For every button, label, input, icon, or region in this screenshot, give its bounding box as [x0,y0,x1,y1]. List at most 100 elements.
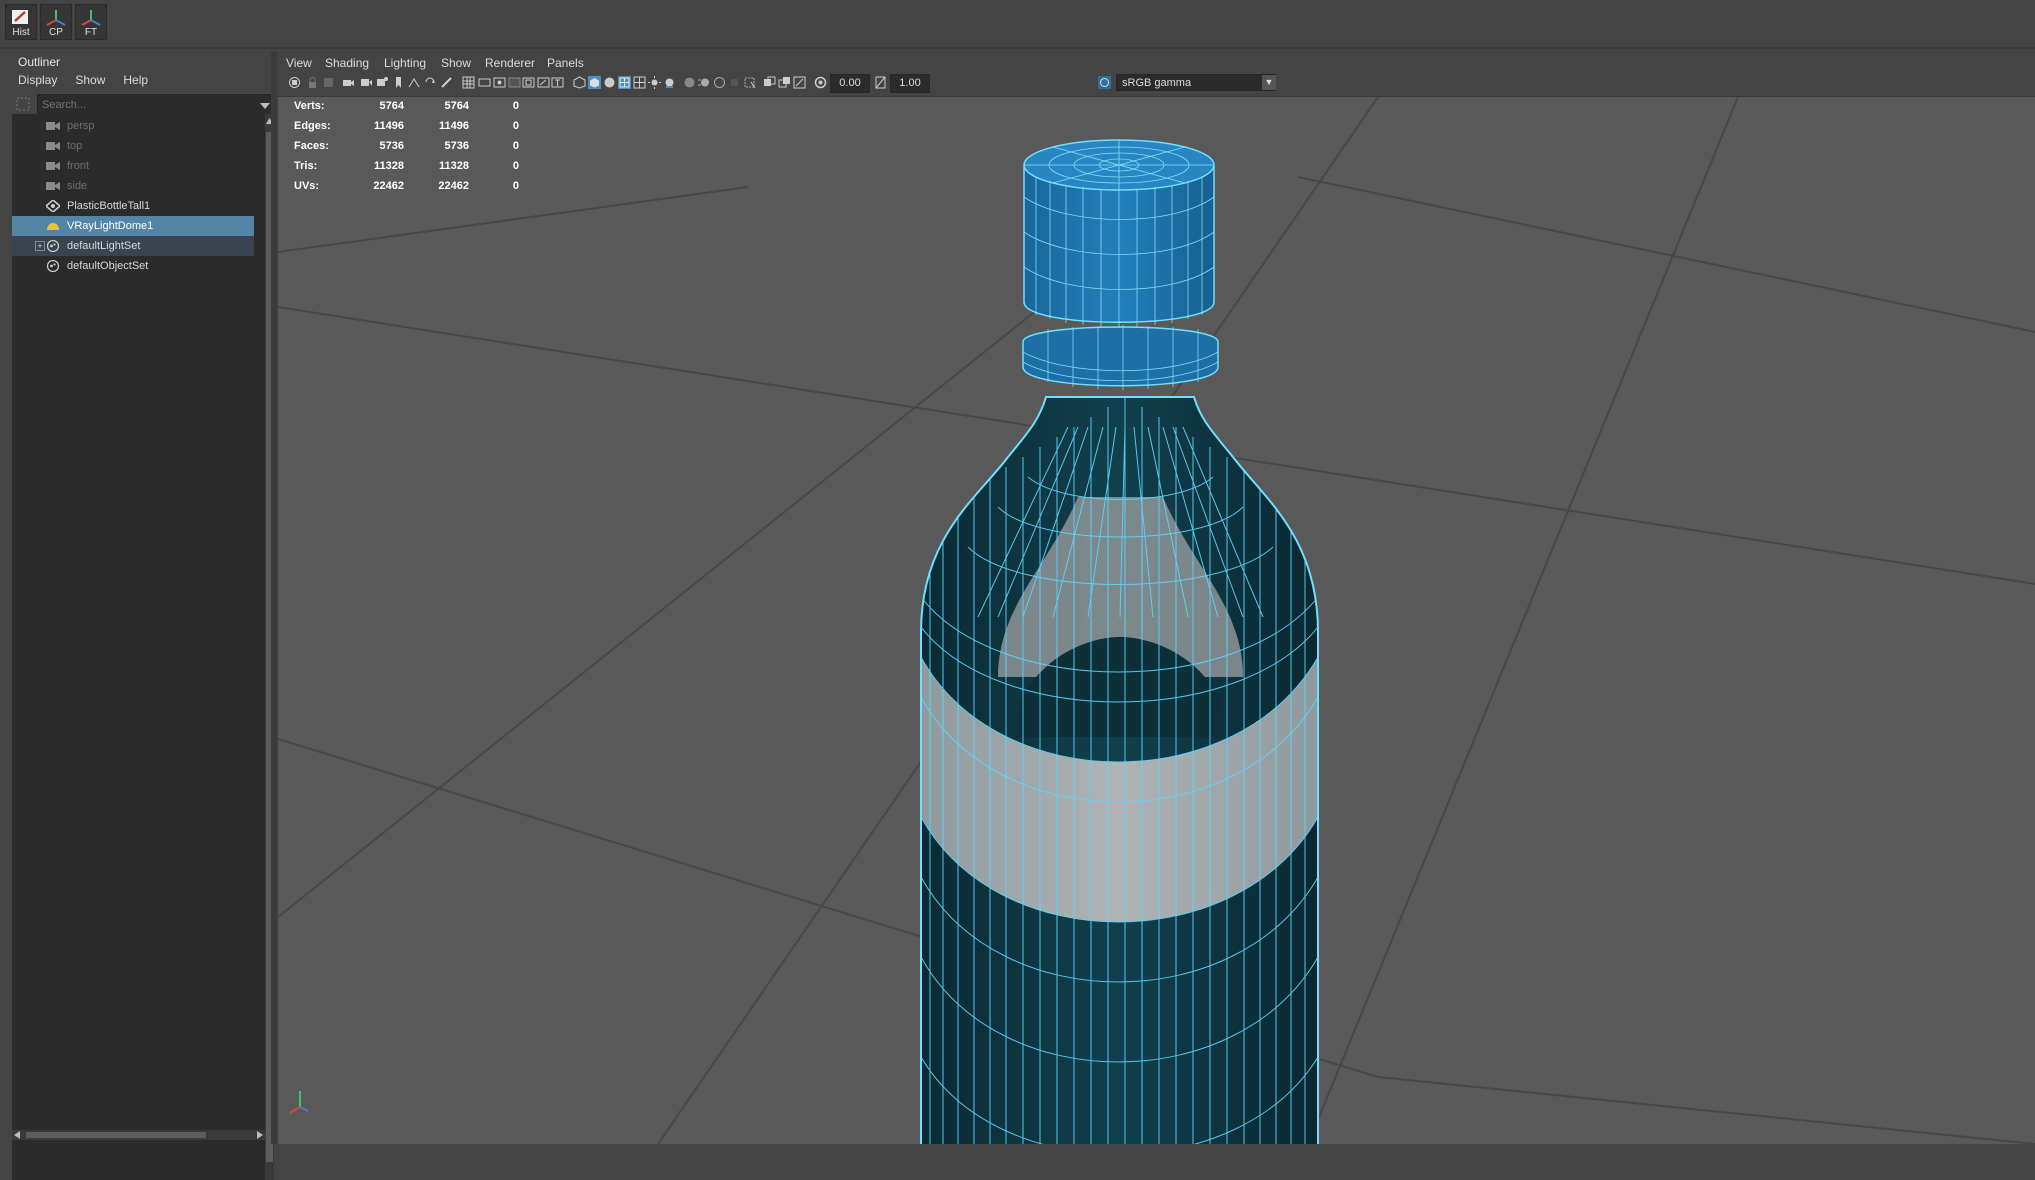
history-button[interactable]: Hist [5,4,37,40]
scene-render [278,97,2035,1144]
xray-icon[interactable] [424,76,437,89]
motion-blur-icon[interactable] [698,76,711,89]
scrollbar-thumb[interactable] [26,1132,206,1138]
wireframe-on-shaded-icon[interactable] [618,76,631,89]
3d-viewport-canvas[interactable]: Verts: 5764 5764 0 Edges: 11496 11496 0 … [278,97,2035,1144]
brush-icon[interactable] [440,76,453,89]
outliner-item-vraylightdome1[interactable]: VRayLightDome1 [12,216,254,236]
bottle-neck-ring [1022,325,1219,390]
xray-mode-icon[interactable] [763,76,776,89]
gamma-field[interactable]: 1.00 [890,74,930,93]
outliner-item-plasticbottletall1[interactable]: PlasticBottleTall1 [12,196,254,216]
hud-value: 22462 [373,180,404,192]
menu-lighting[interactable]: Lighting [384,56,426,70]
camera-icon [46,122,60,130]
outliner-item-side[interactable]: side [12,176,254,196]
hud-value: 0 [512,180,519,192]
gate-mask-icon[interactable] [508,76,521,89]
screen-space-ao-icon[interactable] [683,76,696,89]
2d-pan-zoom-icon[interactable] [376,76,389,89]
textured-icon[interactable] [633,76,646,89]
outliner-item-label: top [67,140,83,152]
camera-attributes-icon[interactable] [342,76,355,89]
menu-show[interactable]: Show [441,56,471,70]
outliner-menu-show[interactable]: Show [75,73,105,87]
center-pivot-button[interactable]: CP [40,4,72,40]
outliner-menu-display[interactable]: Display [18,73,57,87]
outliner-list: persp top front side PlasticBottleTall1 … [12,114,265,1180]
depth-of-field-icon[interactable] [728,76,741,89]
outliner-item-front[interactable]: front [12,156,254,176]
outliner-search-input[interactable] [42,95,242,115]
menu-view[interactable]: View [286,56,312,70]
menu-shading[interactable]: Shading [325,56,369,70]
set-icon [46,260,60,272]
xray-active-components-icon[interactable] [778,76,791,89]
menu-renderer[interactable]: Renderer [485,56,535,70]
hud-value: 11328 [374,160,404,172]
shadows-icon[interactable] [663,76,676,89]
viewport-toolbar: 0.00 1.00 sRGB gamma ▼ [278,70,2035,97]
safe-title-icon[interactable] [551,76,564,89]
panel-splitter[interactable] [271,52,277,1144]
color-management-icon[interactable] [1098,76,1111,89]
exposure-icon[interactable] [814,76,827,89]
select-camera-icon[interactable] [288,76,301,89]
hud-value: 11496 [439,120,469,132]
outliner-item-top[interactable]: top [12,136,254,156]
bottle-cap [1023,139,1215,328]
default-material-icon[interactable] [603,76,616,89]
hud-label: Edges: [294,120,331,132]
lock-camera-icon[interactable] [306,76,319,89]
hud-value: 0 [512,140,519,152]
outliner-item-defaultobjectset[interactable]: defaultObjectSet [12,256,254,276]
hud-value: 0 [512,100,519,112]
bookmarks-icon[interactable] [322,76,335,89]
hud-value: 5736 [444,140,469,152]
view-axis-gizmo [289,1091,309,1114]
freeze-transform-icon [81,10,101,26]
center-pivot-icon [46,10,66,26]
grid-icon[interactable] [462,76,475,89]
isolate-select-icon[interactable] [408,76,421,89]
viewport-panel: View Shading Lighting Show Renderer Pane… [278,52,2035,1144]
hud-label: Verts: [294,100,325,112]
isolate-selected-icon[interactable] [743,76,756,89]
expand-toggle[interactable]: + [35,241,45,251]
scroll-left-icon[interactable] [12,1130,22,1140]
use-all-lights-icon[interactable] [648,76,661,89]
outliner-item-label: front [67,160,90,172]
image-plane-icon[interactable] [360,76,373,89]
filter-icon[interactable] [15,96,31,112]
outliner-item-defaultlightset[interactable]: + defaultLightSet [12,236,254,256]
chevron-down-icon[interactable] [259,101,271,111]
hud-label: Tris: [294,160,318,172]
wireframe-icon[interactable] [573,76,586,89]
film-gate-icon[interactable] [478,76,491,89]
hud-label: Faces: [294,140,329,152]
xray-joints-icon[interactable] [793,76,806,89]
camera-icon [46,162,60,170]
outliner-item-persp[interactable]: persp [12,116,254,136]
chevron-down-icon[interactable]: ▼ [1262,75,1276,90]
outliner-horizontal-scrollbar[interactable] [12,1130,265,1140]
exposure-field[interactable]: 0.00 [830,74,870,93]
camera-icon [46,182,60,190]
smooth-shade-icon[interactable] [588,76,601,89]
resolution-gate-icon[interactable] [493,76,506,89]
hud-label: UVs: [294,180,320,192]
scroll-right-icon[interactable] [255,1130,265,1140]
field-chart-icon[interactable] [522,76,535,89]
outliner-title: Outliner [18,55,61,69]
hud-value: 0 [512,160,519,172]
outliner-menu-help[interactable]: Help [123,73,148,87]
color-space-select[interactable]: sRGB gamma [1116,74,1276,91]
outliner-item-label: VRayLightDome1 [67,220,154,232]
anti-aliasing-icon[interactable] [713,76,726,89]
safe-action-icon[interactable] [537,76,550,89]
gamma-icon[interactable] [874,76,887,89]
menu-panels[interactable]: Panels [547,56,584,70]
grease-pencil-icon[interactable] [392,76,405,89]
freeze-transform-button[interactable]: FT [75,4,107,40]
history-icon [12,10,28,24]
